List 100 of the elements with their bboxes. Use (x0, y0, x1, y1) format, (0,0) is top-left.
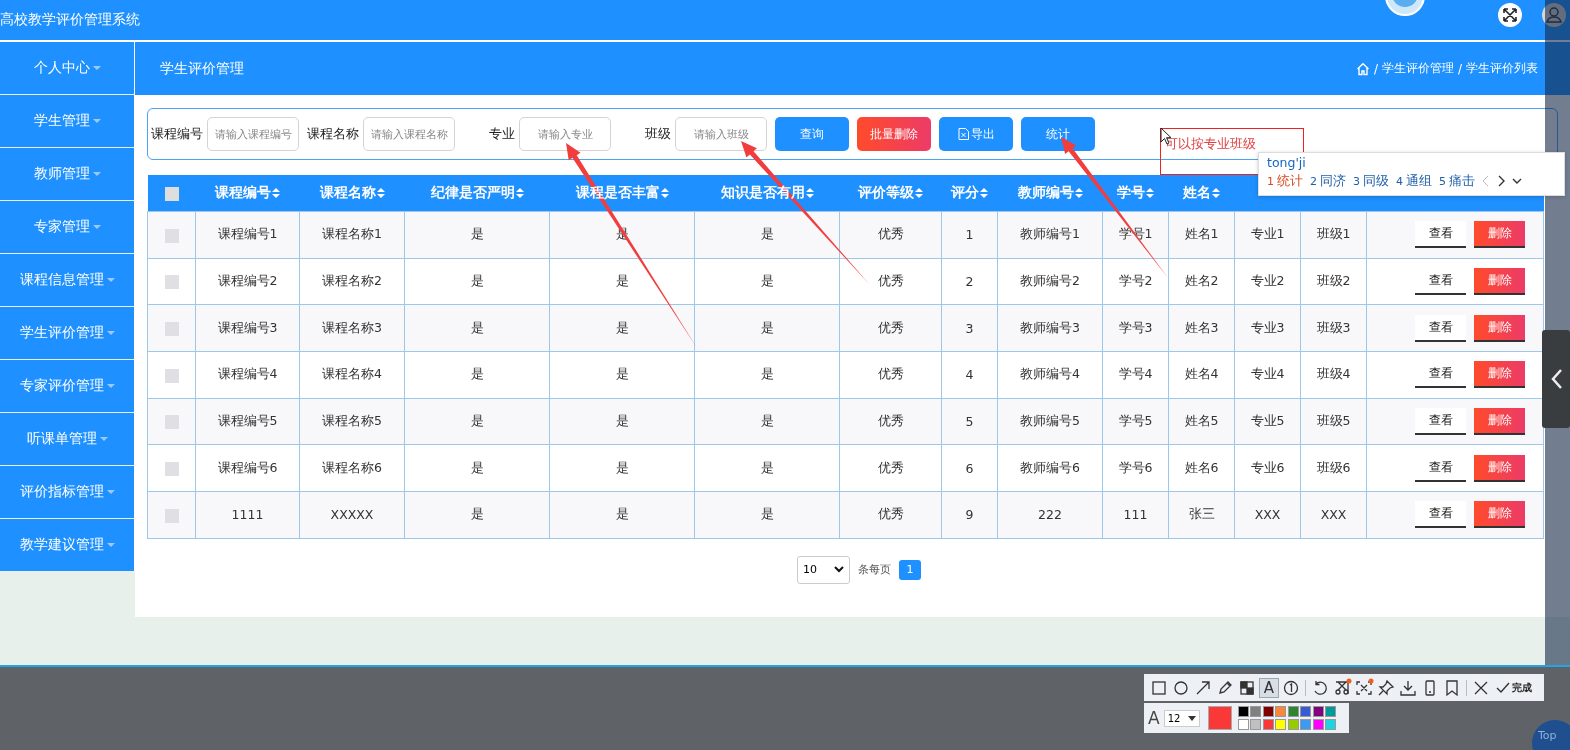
user-icon[interactable] (1541, 2, 1567, 28)
view-button[interactable]: 查看 (1415, 501, 1466, 529)
checkbox[interactable] (164, 187, 179, 201)
input-field[interactable]: 请输入专业 (519, 117, 611, 151)
avatar-icon[interactable] (1385, 0, 1425, 18)
chevron-down-icon[interactable] (1512, 177, 1522, 185)
sidebar-item[interactable]: 学生管理 (0, 95, 135, 147)
table-cell: 学号2 (1102, 258, 1169, 305)
delete-button[interactable]: 删除 (1474, 454, 1525, 482)
app-title: 高校教学评价管理系统 (0, 11, 140, 29)
table-cell: 专业6 (1234, 444, 1301, 492)
table-cell: 课程编号1 (195, 211, 300, 259)
checkbox[interactable] (164, 462, 179, 477)
sidebar-item[interactable]: 听课单管理 (0, 413, 135, 465)
pin-icon[interactable] (1376, 677, 1396, 698)
text-tool-button[interactable]: A (1259, 677, 1279, 698)
color-swatch[interactable] (1300, 718, 1312, 730)
color-swatch[interactable] (1237, 706, 1249, 718)
home-icon[interactable] (1355, 61, 1370, 76)
sidebar-item[interactable]: 课程信息管理 (0, 254, 135, 306)
table-cell: XXX (1234, 491, 1301, 539)
action-button[interactable]: 查询 (775, 117, 849, 151)
ime-candidate[interactable]: 2 同济 (1310, 172, 1346, 190)
delete-button[interactable]: 删除 (1474, 408, 1525, 436)
done-button[interactable]: 完成 (1496, 680, 1532, 695)
color-swatch[interactable] (1325, 718, 1337, 730)
table-cell: 专业2 (1234, 258, 1301, 305)
color-swatch[interactable] (1250, 706, 1262, 718)
table-cell: 优秀 (839, 304, 942, 352)
color-swatch[interactable] (1287, 718, 1299, 730)
font-size-select[interactable]: 12 (1163, 709, 1200, 727)
current-color-swatch[interactable] (1207, 706, 1232, 730)
color-swatch[interactable] (1262, 706, 1274, 718)
caret-icon (106, 542, 115, 547)
color-swatch[interactable] (1262, 718, 1274, 730)
table-cell: 学号3 (1102, 304, 1169, 352)
ime-candidate[interactable]: 1 统计 (1267, 172, 1303, 190)
color-swatch[interactable] (1275, 706, 1287, 718)
input-field[interactable]: 请输入课程编号 (207, 117, 299, 151)
color-swatch[interactable] (1287, 706, 1299, 718)
chevron-down-icon (834, 566, 844, 574)
table-cell: 班级3 (1300, 304, 1367, 352)
table-cell: XXX (1300, 491, 1367, 539)
chevron-right-icon[interactable] (1497, 175, 1505, 187)
page-size-select[interactable]: 10 (797, 555, 850, 584)
scan-icon[interactable] (1354, 677, 1374, 698)
checkbox[interactable] (164, 508, 179, 523)
checkbox[interactable] (164, 368, 179, 383)
breadcrumb-separator: / (1373, 61, 1378, 76)
export-button[interactable]: 导出 (939, 117, 1013, 151)
sidebar-item[interactable]: 教学建议管理 (0, 519, 135, 571)
view-button[interactable]: 查看 (1415, 408, 1466, 436)
breadcrumb-item[interactable]: 学生评价管理 (1381, 60, 1454, 77)
collapse-handle[interactable] (1542, 330, 1570, 428)
table-cell: 优秀 (839, 398, 942, 445)
back-to-top-button[interactable]: Top (1532, 720, 1570, 750)
color-swatch[interactable] (1237, 718, 1249, 730)
color-swatch[interactable] (1312, 706, 1324, 718)
field-label: 课程名称 (307, 125, 359, 143)
batch-delete-button[interactable]: 批量删除 (857, 117, 931, 151)
input-field[interactable]: 请输入课程名称 (363, 117, 455, 151)
checkbox[interactable] (164, 321, 179, 336)
input-field[interactable]: 请输入班级 (675, 117, 767, 151)
fullscreen-icon[interactable] (1497, 2, 1523, 28)
sidebar-item[interactable]: 评价指标管理 (0, 466, 135, 518)
table-cell: 是 (404, 444, 550, 492)
sidebar-item[interactable]: 专家评价管理 (0, 360, 135, 412)
page-title: 学生评价管理 (160, 59, 244, 78)
table-cell: 班级6 (1300, 444, 1367, 492)
checkbox[interactable] (164, 415, 179, 430)
sort-icon (805, 188, 814, 198)
table-cell: 1 (941, 211, 998, 259)
sidebar-item[interactable]: 专家管理 (0, 201, 135, 253)
ime-candidate[interactable]: 3 同级 (1353, 172, 1389, 190)
view-button[interactable]: 查看 (1415, 314, 1466, 342)
checkbox[interactable] (164, 275, 179, 290)
view-button[interactable]: 查看 (1415, 221, 1466, 249)
scissors-icon[interactable] (1332, 677, 1352, 698)
sidebar-item[interactable]: 教师管理 (0, 148, 135, 200)
sidebar-item[interactable]: 学生评价管理 (0, 307, 135, 359)
table-cell: 是 (694, 398, 840, 445)
action-button[interactable]: 统计 (1021, 117, 1095, 151)
ime-candidate[interactable]: 5 痛击 (1439, 172, 1475, 190)
delete-button[interactable]: 删除 (1474, 361, 1525, 389)
delete-button[interactable]: 删除 (1474, 501, 1525, 529)
color-swatch[interactable] (1275, 718, 1287, 730)
delete-button[interactable]: 删除 (1474, 268, 1525, 296)
table-cell: 学号4 (1102, 351, 1169, 399)
caret-icon (92, 171, 101, 176)
color-swatch[interactable] (1300, 706, 1312, 718)
table-cell: 班级4 (1300, 351, 1367, 399)
ime-candidate[interactable]: 4 通组 (1396, 172, 1432, 190)
color-swatch[interactable] (1250, 718, 1262, 730)
page-button[interactable]: 1 (899, 559, 921, 580)
color-swatch[interactable] (1312, 718, 1324, 730)
delete-button[interactable]: 删除 (1474, 314, 1525, 342)
color-swatch[interactable] (1325, 706, 1337, 718)
sidebar-item[interactable]: 个人中心 (0, 42, 135, 94)
delete-button[interactable]: 删除 (1474, 221, 1525, 249)
checkbox[interactable] (164, 228, 179, 243)
